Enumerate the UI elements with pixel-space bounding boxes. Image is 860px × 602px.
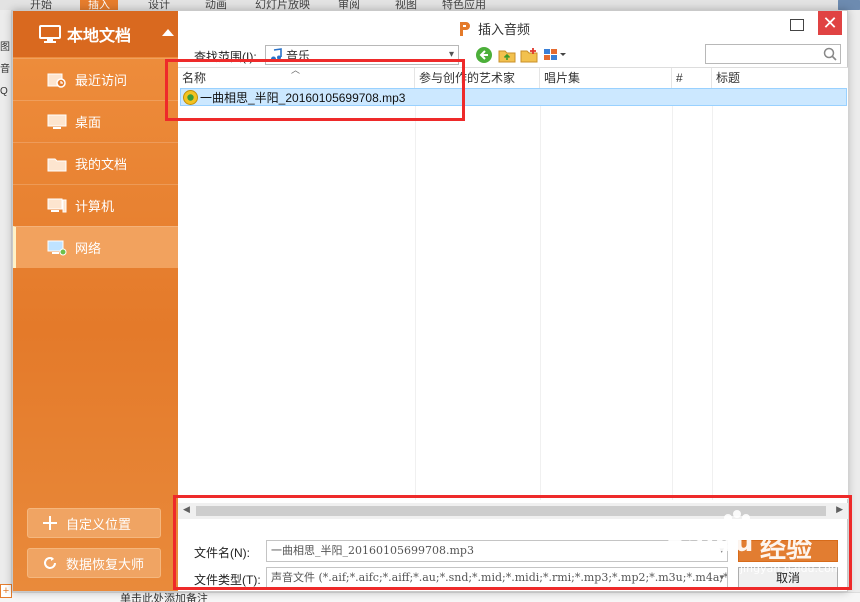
recent-icon: [47, 73, 66, 88]
custom-location-label: 自定义位置: [66, 517, 132, 533]
background-left-pane: 图 音 Q: [0, 10, 12, 602]
bg-left-char: 图: [0, 42, 10, 53]
background-statusbar: 单击此处添加备注: [0, 592, 860, 602]
search-input[interactable]: [705, 44, 841, 64]
close-icon: ✕: [822, 12, 838, 33]
sidebar: 本地文档 最近访问 桌面 我的文档 计算机 网络 自定义位置 数据恢复大师: [13, 11, 178, 591]
plus-icon: [43, 516, 57, 530]
sidebar-item-label: 最近访问: [75, 74, 128, 89]
file-list[interactable]: ︿ 名称 参与创作的艺术家 唱片集 # 标题 一曲相思_半阳_201601056…: [178, 65, 848, 500]
column-header-title[interactable]: 标题: [712, 68, 848, 88]
dialog-titlebar: 插入音频 ✕: [178, 11, 848, 45]
background-ribbon: 开始 插入 设计 动画 幻灯片放映 审阅 视图 特色应用: [0, 0, 860, 12]
sidebar-header: 本地文档: [13, 11, 178, 57]
column-header-album[interactable]: 唱片集: [540, 68, 672, 88]
highlight-file-selection: [165, 59, 465, 121]
sidebar-item-network[interactable]: 网络: [13, 226, 178, 268]
maximize-button[interactable]: [790, 19, 804, 31]
bg-left-char: 音: [0, 64, 10, 75]
bg-left-char: Q: [0, 86, 8, 97]
back-arrow-icon[interactable]: [475, 46, 493, 64]
column-header-number[interactable]: #: [672, 68, 712, 88]
column-divider: [540, 88, 541, 500]
computer-icon: [47, 198, 67, 212]
wps-presentation-icon: [460, 21, 470, 36]
chevron-up-icon[interactable]: [162, 29, 174, 36]
desktop-icon: [47, 114, 67, 129]
custom-location-button[interactable]: 自定义位置: [27, 508, 161, 538]
column-divider: [415, 88, 416, 500]
folder-icon: [47, 158, 67, 171]
sidebar-item-desktop[interactable]: 桌面: [13, 100, 178, 142]
up-folder-icon[interactable]: [498, 46, 516, 64]
sidebar-item-label: 网络: [75, 242, 102, 257]
sidebar-item-label: 我的文档: [75, 158, 128, 173]
search-icon: [823, 47, 837, 61]
view-menu-icon[interactable]: [543, 46, 567, 64]
column-divider: [712, 88, 713, 500]
data-recovery-label: 数据恢复大师: [66, 557, 145, 573]
sidebar-item-recent[interactable]: 最近访问: [13, 58, 178, 100]
highlight-file-options: [173, 495, 852, 590]
sidebar-item-label: 桌面: [75, 116, 102, 131]
add-slide-button[interactable]: +: [0, 584, 12, 598]
dialog-title-group: 插入音频: [458, 19, 530, 38]
close-button[interactable]: ✕: [818, 11, 842, 35]
sidebar-item-my-documents[interactable]: 我的文档: [13, 142, 178, 184]
new-folder-icon[interactable]: [520, 46, 538, 64]
sidebar-item-computer[interactable]: 计算机: [13, 184, 178, 226]
sidebar-item-label: 计算机: [75, 200, 115, 215]
recovery-icon: [44, 557, 56, 569]
data-recovery-button[interactable]: 数据恢复大师: [27, 548, 161, 578]
network-icon: [47, 240, 67, 255]
column-divider: [672, 88, 673, 500]
monitor-icon: [39, 25, 61, 43]
sidebar-title: 本地文档: [67, 26, 132, 45]
dialog-title: 插入音频: [478, 23, 531, 38]
